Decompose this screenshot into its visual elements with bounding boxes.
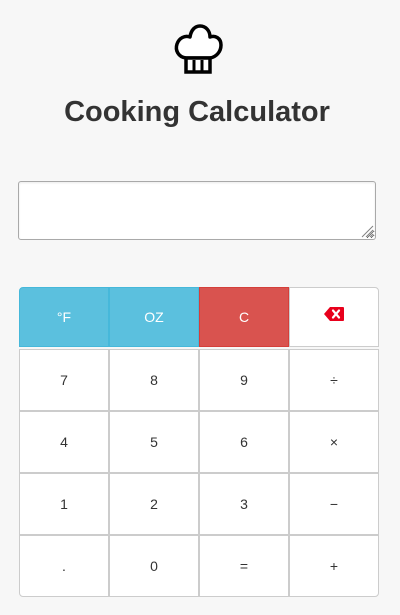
digit-5-button[interactable]: 5 xyxy=(109,411,199,473)
subtract-button[interactable]: − xyxy=(289,473,379,535)
digit-9-button[interactable]: 9 xyxy=(199,349,289,411)
digit-3-button[interactable]: 3 xyxy=(199,473,289,535)
digit-8-button[interactable]: 8 xyxy=(109,349,199,411)
digit-7-button[interactable]: 7 xyxy=(19,349,109,411)
display-input[interactable] xyxy=(18,181,376,240)
multiply-button[interactable]: × xyxy=(289,411,379,473)
keypad: °F OZ C 7 8 9 ÷ 4 5 6 × 1 2 3 − . 0 = + xyxy=(19,287,379,597)
backspace-icon xyxy=(324,307,344,321)
digit-0-button[interactable]: 0 xyxy=(109,535,199,597)
divide-button[interactable]: ÷ xyxy=(289,349,379,411)
digit-4-button[interactable]: 4 xyxy=(19,411,109,473)
add-button[interactable]: + xyxy=(289,535,379,597)
clear-button[interactable]: C xyxy=(199,287,289,347)
backspace-button[interactable] xyxy=(289,287,379,347)
page-title: Cooking Calculator xyxy=(64,96,330,128)
digit-1-button[interactable]: 1 xyxy=(19,473,109,535)
fahrenheit-button[interactable]: °F xyxy=(19,287,109,347)
equals-button[interactable]: = xyxy=(199,535,289,597)
decimal-button[interactable]: . xyxy=(19,535,109,597)
digit-2-button[interactable]: 2 xyxy=(109,473,199,535)
digit-6-button[interactable]: 6 xyxy=(199,411,289,473)
ounces-button[interactable]: OZ xyxy=(109,287,199,347)
chef-hat-icon xyxy=(174,24,223,74)
calculator-app: Cooking Calculator °F OZ C 7 8 9 ÷ 4 5 6… xyxy=(0,0,400,615)
